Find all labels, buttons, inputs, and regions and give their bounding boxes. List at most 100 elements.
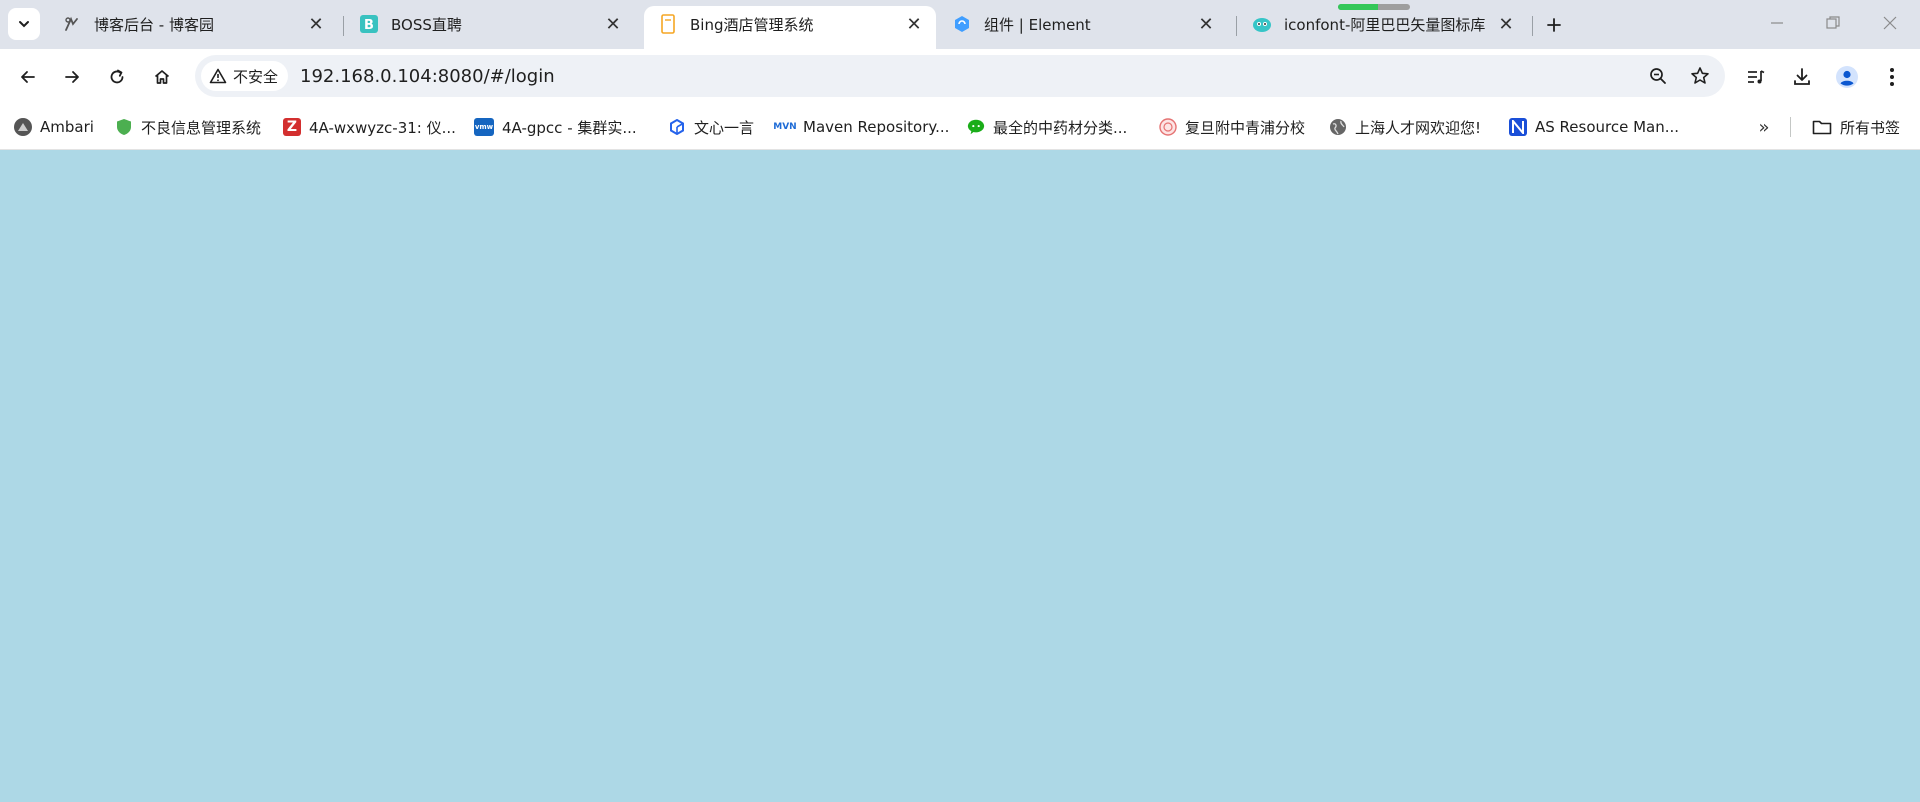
back-button[interactable] bbox=[12, 61, 44, 93]
bookmark-label: 不良信息管理系统 bbox=[141, 118, 262, 137]
zoom-button[interactable] bbox=[1641, 59, 1675, 93]
chevron-down-icon bbox=[19, 21, 29, 28]
bookmark-maven[interactable]: MVN Maven Repository... bbox=[773, 115, 950, 139]
vmware-icon: vmw bbox=[474, 118, 494, 136]
wechat-icon bbox=[967, 118, 985, 136]
bookmark-label: Maven Repository... bbox=[803, 118, 950, 136]
tab-bing-hotel[interactable]: Bing酒店管理系统 ✕ bbox=[644, 6, 936, 49]
bookmark-4a-wxwyzc[interactable]: Z 4A-wxwyzc-31: 仪... bbox=[283, 115, 456, 139]
home-button[interactable] bbox=[146, 61, 178, 93]
media-control-button[interactable] bbox=[1740, 61, 1772, 93]
zabbix-icon: Z bbox=[283, 118, 301, 136]
tab-search-button[interactable] bbox=[8, 8, 40, 40]
bookmark-wenxin[interactable]: 文心一言 bbox=[668, 115, 754, 139]
restore-icon bbox=[1826, 16, 1840, 29]
all-bookmarks-label: 所有书签 bbox=[1840, 118, 1901, 137]
bookmark-4a-gpcc[interactable]: vmw 4A-gpcc - 集群实... bbox=[474, 115, 637, 139]
tab-title: iconfont-阿里巴巴矢量图标库 bbox=[1284, 15, 1486, 34]
close-icon bbox=[1883, 16, 1897, 30]
bookmark-label: 4A-wxwyzc-31: 仪... bbox=[309, 118, 456, 137]
tab-separator bbox=[343, 16, 344, 36]
tab-close-icon[interactable]: ✕ bbox=[603, 14, 623, 35]
bookmarks-separator bbox=[1790, 117, 1791, 137]
arrow-right-icon bbox=[65, 71, 79, 83]
forward-button[interactable] bbox=[56, 61, 88, 93]
bookmark-label: 4A-gpcc - 集群实... bbox=[502, 118, 637, 137]
zoom-out-icon bbox=[1650, 68, 1666, 84]
bookmark-harmful-info[interactable]: 不良信息管理系统 bbox=[115, 115, 261, 139]
iconfont-favicon-icon bbox=[1252, 14, 1272, 34]
new-tab-button[interactable] bbox=[1539, 10, 1569, 40]
page-load-progress bbox=[1338, 4, 1410, 10]
avatar-icon bbox=[1836, 66, 1858, 88]
n-logo-icon bbox=[1509, 118, 1527, 136]
warning-icon bbox=[209, 68, 227, 84]
svg-text:B: B bbox=[364, 18, 374, 33]
maven-icon: MVN bbox=[773, 122, 797, 132]
star-icon bbox=[1691, 67, 1709, 84]
school-seal-icon bbox=[1159, 118, 1177, 136]
tab-boss[interactable]: B BOSS直聘 ✕ bbox=[345, 6, 635, 42]
globe-icon bbox=[1329, 118, 1347, 136]
tab-close-icon[interactable]: ✕ bbox=[306, 14, 326, 35]
media-queue-icon bbox=[1748, 70, 1765, 84]
more-vertical-icon bbox=[1890, 68, 1894, 86]
browser-toolbar: 不安全 192.168.0.104:8080/#/login bbox=[0, 49, 1920, 105]
folder-icon bbox=[1812, 118, 1832, 136]
bookmark-label: Ambari bbox=[40, 118, 94, 136]
tab-strip: 博客后台 - 博客园 ✕ B BOSS直聘 ✕ Bing酒店管理系统 ✕ 组件 … bbox=[0, 0, 1920, 49]
all-bookmarks-button[interactable]: 所有书签 bbox=[1812, 115, 1900, 139]
tab-separator bbox=[1236, 16, 1237, 36]
reload-icon bbox=[110, 69, 124, 84]
tab-close-icon[interactable]: ✕ bbox=[1196, 14, 1216, 35]
address-bar[interactable]: 不安全 192.168.0.104:8080/#/login bbox=[195, 55, 1725, 97]
bookmark-label: AS Resource Man... bbox=[1535, 118, 1680, 136]
shield-icon bbox=[115, 118, 133, 136]
home-icon bbox=[154, 70, 170, 84]
cnblogs-favicon-icon bbox=[62, 14, 82, 34]
tab-iconfont[interactable]: iconfont-阿里巴巴矢量图标库 ✕ bbox=[1238, 6, 1528, 42]
tab-close-icon[interactable]: ✕ bbox=[1496, 14, 1516, 35]
bookmarks-overflow-button[interactable]: » bbox=[1752, 115, 1776, 139]
security-indicator[interactable]: 不安全 bbox=[201, 61, 289, 91]
bookmark-label: 文心一言 bbox=[694, 118, 755, 137]
tab-title: Bing酒店管理系统 bbox=[690, 15, 814, 34]
downloads-button[interactable] bbox=[1786, 61, 1818, 93]
page-content bbox=[0, 150, 1920, 802]
browser-chrome: 博客后台 - 博客园 ✕ B BOSS直聘 ✕ Bing酒店管理系统 ✕ 组件 … bbox=[0, 0, 1920, 150]
reload-button[interactable] bbox=[101, 61, 133, 93]
url-text[interactable]: 192.168.0.104:8080/#/login bbox=[300, 66, 1641, 87]
profile-button[interactable] bbox=[1831, 61, 1863, 93]
bookmarks-bar: Ambari 不良信息管理系统 Z 4A-wxwyzc-31: 仪... vmw… bbox=[0, 105, 1920, 150]
progress-fill bbox=[1338, 4, 1378, 10]
document-favicon-icon bbox=[658, 14, 678, 34]
tab-title: BOSS直聘 bbox=[391, 15, 462, 34]
restore-button[interactable] bbox=[1813, 8, 1853, 38]
bookmark-fudan-school[interactable]: 复旦附中青浦分校 bbox=[1159, 115, 1305, 139]
bookmark-label: 上海人才网欢迎您! bbox=[1355, 118, 1482, 137]
ambari-icon bbox=[14, 118, 32, 136]
menu-button[interactable] bbox=[1876, 61, 1908, 93]
security-label: 不安全 bbox=[233, 67, 279, 86]
tab-cnblogs[interactable]: 博客后台 - 博客园 ✕ bbox=[48, 6, 338, 42]
arrow-left-icon bbox=[21, 71, 35, 83]
bookmark-label: 最全的中药材分类... bbox=[993, 118, 1128, 137]
bookmark-label: 复旦附中青浦分校 bbox=[1185, 118, 1306, 137]
boss-favicon-icon: B bbox=[359, 14, 379, 34]
bookmark-ambari[interactable]: Ambari bbox=[14, 115, 94, 139]
tab-title: 博客后台 - 博客园 bbox=[94, 15, 214, 34]
close-window-button[interactable] bbox=[1870, 8, 1910, 38]
bookmark-shanghai-talent[interactable]: 上海人才网欢迎您! bbox=[1329, 115, 1481, 139]
bookmark-herbs[interactable]: 最全的中药材分类... bbox=[967, 115, 1127, 139]
minimize-icon bbox=[1771, 22, 1783, 24]
tab-element[interactable]: 组件 | Element ✕ bbox=[938, 6, 1228, 42]
element-favicon-icon bbox=[952, 14, 972, 34]
tab-separator bbox=[1532, 16, 1533, 36]
bookmark-as-resource[interactable]: AS Resource Man... bbox=[1509, 115, 1679, 139]
bookmark-star-button[interactable] bbox=[1683, 59, 1717, 93]
tab-close-icon[interactable]: ✕ bbox=[904, 14, 924, 35]
minimize-button[interactable] bbox=[1757, 8, 1797, 38]
plus-icon bbox=[1547, 18, 1561, 32]
tab-title: 组件 | Element bbox=[984, 15, 1091, 34]
download-icon bbox=[1794, 68, 1810, 85]
